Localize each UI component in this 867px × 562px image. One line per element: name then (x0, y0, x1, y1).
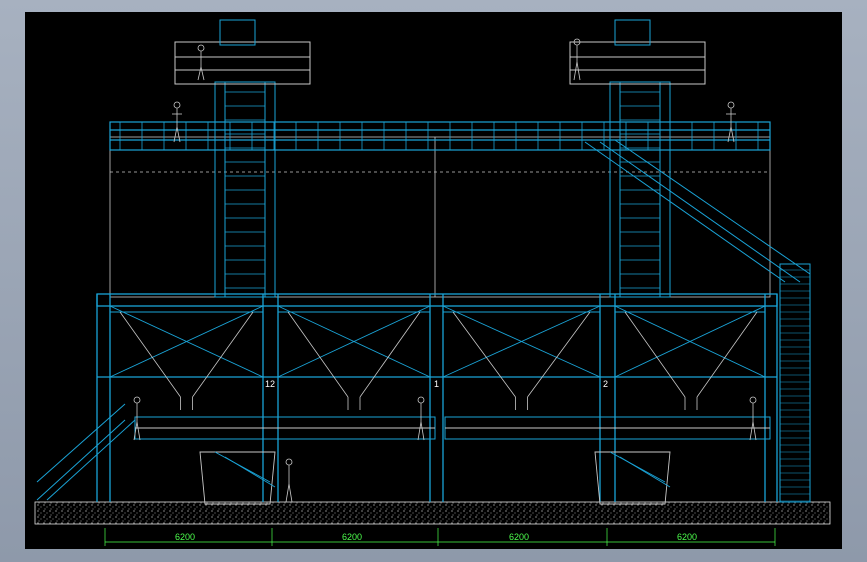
elevator-tower-right (609, 81, 671, 298)
dimension-line (104, 528, 776, 546)
elevator-tower-left (214, 81, 276, 298)
figure-conveyor-2 (417, 396, 425, 441)
dimension-4: 6200 (677, 532, 697, 542)
grid-label-c: 2 (603, 379, 608, 389)
dimension-2: 6200 (342, 532, 362, 542)
figure-head-left (197, 44, 205, 81)
cross-bracing (109, 305, 766, 378)
conveyor-level (134, 416, 771, 440)
support-frame (96, 293, 778, 502)
hopper-cones (119, 311, 758, 410)
access-stair-left (36, 403, 136, 501)
silo-shells (109, 136, 771, 298)
elevation-drawing: 12 1 2 6200 6200 6200 6200 (34, 19, 831, 546)
catwalk-posts (119, 122, 759, 150)
stair-tower-treads (780, 269, 810, 502)
top-catwalk (109, 121, 771, 151)
figure-head-right (573, 38, 581, 81)
grid-label-b: 1 (434, 379, 439, 389)
elevator-head-right (569, 19, 706, 85)
cad-viewport[interactable]: 12 1 2 6200 6200 6200 6200 (25, 12, 842, 549)
grid-label-a: 12 (265, 379, 275, 389)
elevator-pit-right (594, 451, 671, 505)
dimension-1: 6200 (175, 532, 195, 542)
inclined-stair-top (584, 139, 811, 283)
ground-slab (34, 501, 831, 525)
dimension-3: 6200 (509, 532, 529, 542)
elevator-pit-left (199, 451, 276, 505)
figure-ground (285, 458, 293, 503)
elevator-head-left (174, 19, 311, 85)
figure-conveyor-3 (749, 396, 757, 441)
